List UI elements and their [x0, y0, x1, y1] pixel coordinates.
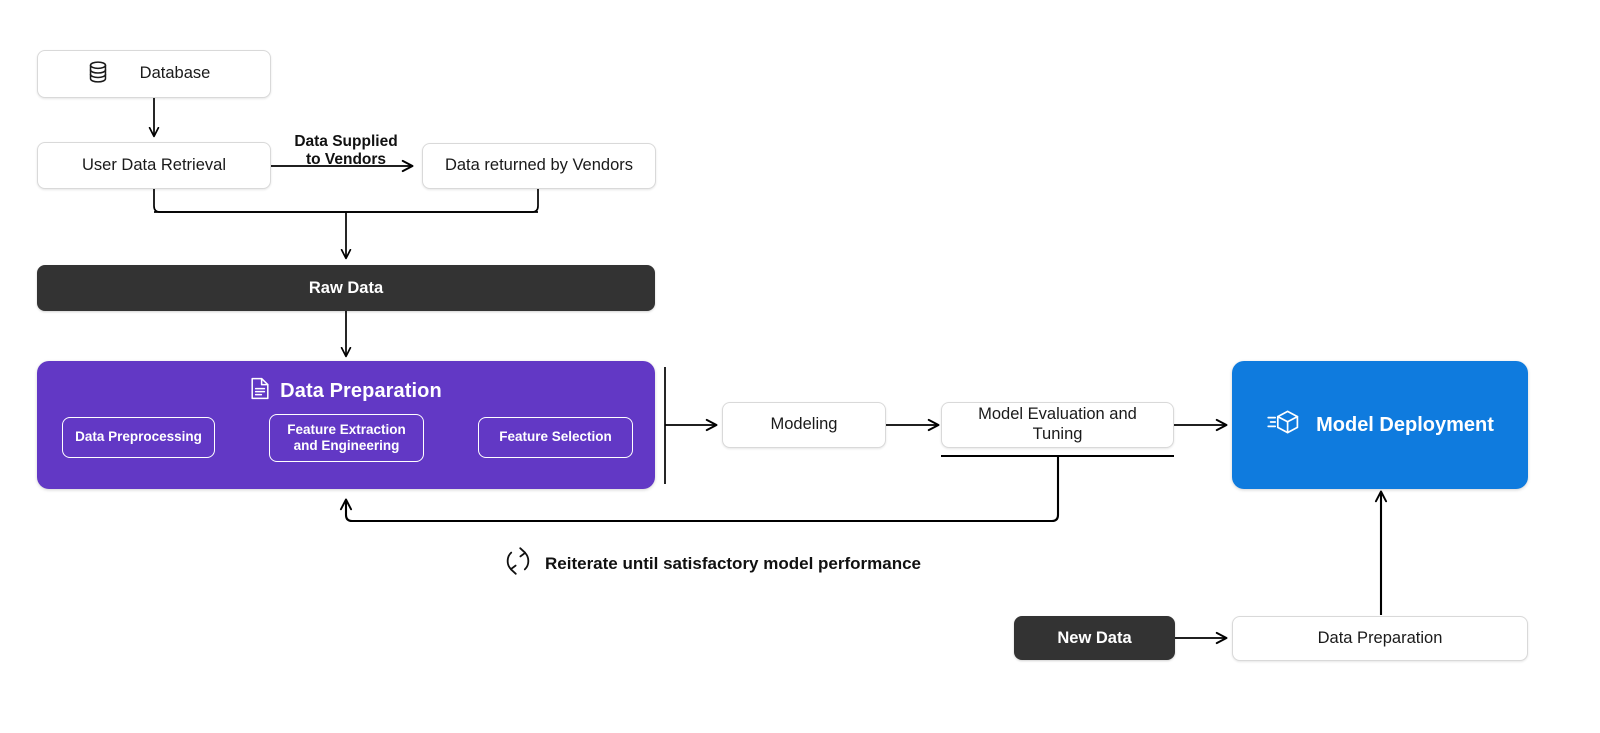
subnode-feature-selection[interactable]: Feature Selection	[478, 417, 633, 458]
edge-user-data-retrieval-to-bus	[153, 189, 538, 213]
node-model-evaluation-and-tuning[interactable]: Model Evaluation and Tuning	[941, 402, 1174, 448]
node-database-label: Database	[139, 64, 211, 83]
node-raw-data-label: Raw Data	[308, 278, 384, 297]
diagram-canvas: Database User Data Retrieval Data Suppli…	[0, 0, 1600, 733]
node-modeling-label: Modeling	[770, 415, 838, 434]
node-data-preparation-panel[interactable]: Data Preparation Data Preprocessing Feat…	[37, 361, 655, 489]
data-preparation-title-label: Data Preparation	[280, 380, 442, 402]
refresh-cycle-icon	[503, 545, 533, 582]
node-data-returned-by-vendors-label: Data returned by Vendors	[444, 156, 634, 175]
subnode-feature-selection-label: Feature Selection	[499, 429, 612, 445]
subnode-feature-extraction-and-engineering[interactable]: Feature Extraction and Engineering	[269, 414, 424, 462]
node-model-deployment-label: Model Deployment	[1316, 413, 1494, 436]
node-database[interactable]: Database	[37, 50, 271, 98]
note-reiterate-label: Reiterate until satisfactory model perfo…	[545, 553, 922, 573]
node-raw-data[interactable]: Raw Data	[37, 265, 655, 311]
node-model-deployment[interactable]: Model Deployment	[1232, 361, 1528, 489]
edge-vendors-to-bus	[154, 189, 539, 213]
node-user-data-retrieval[interactable]: User Data Retrieval	[37, 142, 271, 189]
document-icon	[250, 377, 270, 406]
node-data-preparation-inference-label: Data Preparation	[1317, 628, 1443, 647]
node-user-data-retrieval-label: User Data Retrieval	[82, 155, 226, 174]
node-data-returned-by-vendors[interactable]: Data returned by Vendors	[422, 143, 656, 189]
node-data-preparation-inference[interactable]: Data Preparation	[1232, 616, 1528, 661]
node-model-evaluation-and-tuning-label: Model Evaluation and Tuning	[978, 405, 1137, 443]
node-new-data[interactable]: New Data	[1014, 616, 1175, 660]
edge-label-data-supplied-to-vendors: Data Supplied to Vendors	[294, 133, 398, 169]
subnode-data-preprocessing[interactable]: Data Preprocessing	[62, 417, 215, 458]
node-modeling[interactable]: Modeling	[722, 402, 886, 448]
node-new-data-label: New Data	[1057, 628, 1132, 647]
subnode-feature-extraction-label: Feature Extraction and Engineering	[287, 421, 406, 453]
database-icon	[84, 58, 112, 91]
note-reiterate: Reiterate until satisfactory model perfo…	[503, 545, 921, 582]
subnode-data-preprocessing-label: Data Preprocessing	[75, 429, 202, 445]
deploy-cube-icon	[1266, 406, 1302, 444]
data-preparation-title: Data Preparation	[37, 377, 655, 406]
